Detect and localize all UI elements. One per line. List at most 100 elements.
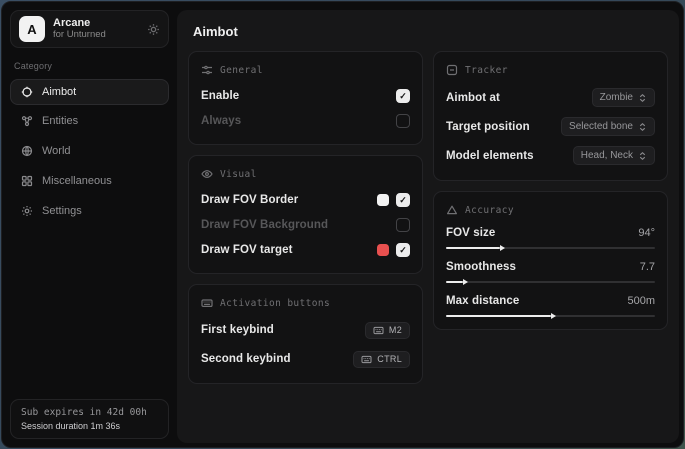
slider-fill	[446, 315, 551, 317]
sidebar-item-label: Settings	[42, 205, 82, 217]
entities-icon	[21, 115, 33, 127]
setting-label: Enable	[201, 90, 239, 102]
setting-label: Draw FOV target	[201, 244, 293, 256]
fov-border-checkbox[interactable]: ✓	[396, 193, 410, 207]
max-distance-slider[interactable]	[446, 315, 655, 317]
session-duration-text: Session duration 1m 36s	[21, 421, 158, 431]
keybind-value: M2	[389, 325, 402, 335]
model-elements-dropdown[interactable]: Head, Neck	[573, 146, 655, 165]
subscription-info-card: Sub expires in 42d 00h Session duration …	[10, 399, 169, 439]
sub-expiry-text: Sub expires in 42d 00h	[21, 407, 158, 418]
check-icon: ✓	[399, 220, 407, 231]
sidebar-item-entities[interactable]: Entities	[10, 107, 169, 135]
chevrons-up-down-icon	[638, 122, 647, 132]
check-icon: ✓	[399, 116, 407, 127]
keybind-row-second: Second keybind CTRL	[201, 347, 410, 371]
setting-row-fov-background: Draw FOV Background ✓	[201, 214, 410, 236]
section-header: Tracker	[446, 64, 655, 76]
left-column: General Enable ✓ Always ✓	[188, 51, 423, 384]
page-title: Aimbot	[193, 24, 668, 39]
setting-row-always: Always ✓	[201, 110, 410, 132]
dropdown-value: Selected bone	[569, 121, 633, 132]
category-label: Category	[14, 61, 169, 71]
sidebar: A Arcane for Unturned Category A	[2, 2, 177, 447]
setting-label: Smoothness	[446, 261, 516, 273]
color-swatch[interactable]	[377, 244, 389, 256]
crosshair-icon	[21, 86, 33, 98]
brand-title: Arcane	[53, 17, 139, 30]
keybind-row-first: First keybind M2	[201, 318, 410, 342]
right-column: Tracker Aimbot at Zombie	[433, 51, 668, 330]
general-section: General Enable ✓ Always ✓	[188, 51, 423, 145]
second-keybind-button[interactable]: CTRL	[353, 351, 410, 368]
main-panel: Aimbot General E	[177, 10, 679, 443]
app-logo: A	[19, 16, 45, 42]
setting-label: Aimbot at	[446, 92, 500, 104]
enable-checkbox[interactable]: ✓	[396, 89, 410, 103]
section-title: Tracker	[465, 65, 508, 76]
slider-value: 94°	[638, 227, 655, 239]
aimbot-at-dropdown[interactable]: Zombie	[592, 88, 655, 107]
setting-label: Model elements	[446, 150, 534, 162]
setting-label: Target position	[446, 121, 530, 133]
section-title: Accuracy	[465, 205, 514, 216]
dropdown-row-aimbot-at: Aimbot at Zombie	[446, 85, 655, 110]
setting-label: Draw FOV Background	[201, 219, 328, 231]
setting-label: First keybind	[201, 324, 274, 336]
fov-background-checkbox[interactable]: ✓	[396, 218, 410, 232]
chevrons-up-down-icon	[638, 151, 647, 161]
dropdown-value: Zombie	[600, 92, 633, 103]
fov-target-checkbox[interactable]: ✓	[396, 243, 410, 257]
dropdown-row-model-elements: Model elements Head, Neck	[446, 143, 655, 168]
chevrons-up-down-icon	[638, 93, 647, 103]
always-checkbox[interactable]: ✓	[396, 114, 410, 128]
sidebar-item-world[interactable]: World	[10, 137, 169, 165]
section-title: General	[220, 65, 263, 76]
slider-group-smoothness: Smoothness 7.7	[446, 259, 655, 283]
setting-label: Max distance	[446, 295, 519, 307]
smoothness-slider[interactable]	[446, 281, 655, 283]
gear-icon	[21, 205, 33, 217]
globe-icon	[21, 145, 33, 157]
setting-row-fov-target: Draw FOV target ✓	[201, 239, 410, 261]
activation-section: Activation buttons First keybind	[188, 284, 423, 384]
sidebar-item-settings[interactable]: Settings	[10, 197, 169, 225]
dropdown-row-target-position: Target position Selected bone	[446, 114, 655, 139]
accuracy-section: Accuracy FOV size 94° Smoothness	[433, 191, 668, 330]
setting-row-enable: Enable ✓	[201, 85, 410, 107]
setting-label: Always	[201, 115, 241, 127]
slider-group-fov-size: FOV size 94°	[446, 225, 655, 249]
sidebar-item-aimbot[interactable]: Aimbot	[10, 79, 169, 105]
eye-icon	[201, 168, 213, 180]
fov-size-slider[interactable]	[446, 247, 655, 249]
slider-value: 500m	[627, 295, 655, 307]
check-icon: ✓	[399, 91, 407, 102]
brand-card: A Arcane for Unturned	[10, 10, 169, 48]
section-header: Activation buttons	[201, 297, 410, 309]
section-header: General	[201, 64, 410, 76]
target-position-dropdown[interactable]: Selected bone	[561, 117, 655, 136]
sidebar-item-label: Entities	[42, 115, 78, 127]
sidebar-item-miscellaneous[interactable]: Miscellaneous	[10, 167, 169, 195]
slider-value: 7.7	[640, 261, 655, 273]
brand-subtitle: for Unturned	[53, 30, 139, 41]
sidebar-item-label: Aimbot	[42, 86, 76, 98]
grid-icon	[21, 175, 33, 187]
brand-text: Arcane for Unturned	[53, 17, 139, 41]
first-keybind-button[interactable]: M2	[365, 322, 410, 339]
check-icon: ✓	[399, 245, 407, 256]
visual-section: Visual Draw FOV Border ✓ Draw FOV Backgr…	[188, 155, 423, 274]
color-swatch[interactable]	[377, 194, 389, 206]
tracker-section: Tracker Aimbot at Zombie	[433, 51, 668, 181]
section-title: Activation buttons	[220, 298, 330, 309]
keyboard-icon	[361, 355, 372, 364]
sidebar-nav: Aimbot Entities World	[10, 79, 169, 225]
slider-fill	[446, 247, 500, 249]
square-minus-icon	[446, 64, 458, 76]
gear-icon[interactable]	[147, 23, 160, 36]
keybind-value: CTRL	[377, 354, 402, 364]
check-icon: ✓	[399, 195, 407, 206]
sliders-icon	[201, 64, 213, 76]
slider-fill	[446, 281, 463, 283]
sidebar-item-label: Miscellaneous	[42, 175, 112, 187]
